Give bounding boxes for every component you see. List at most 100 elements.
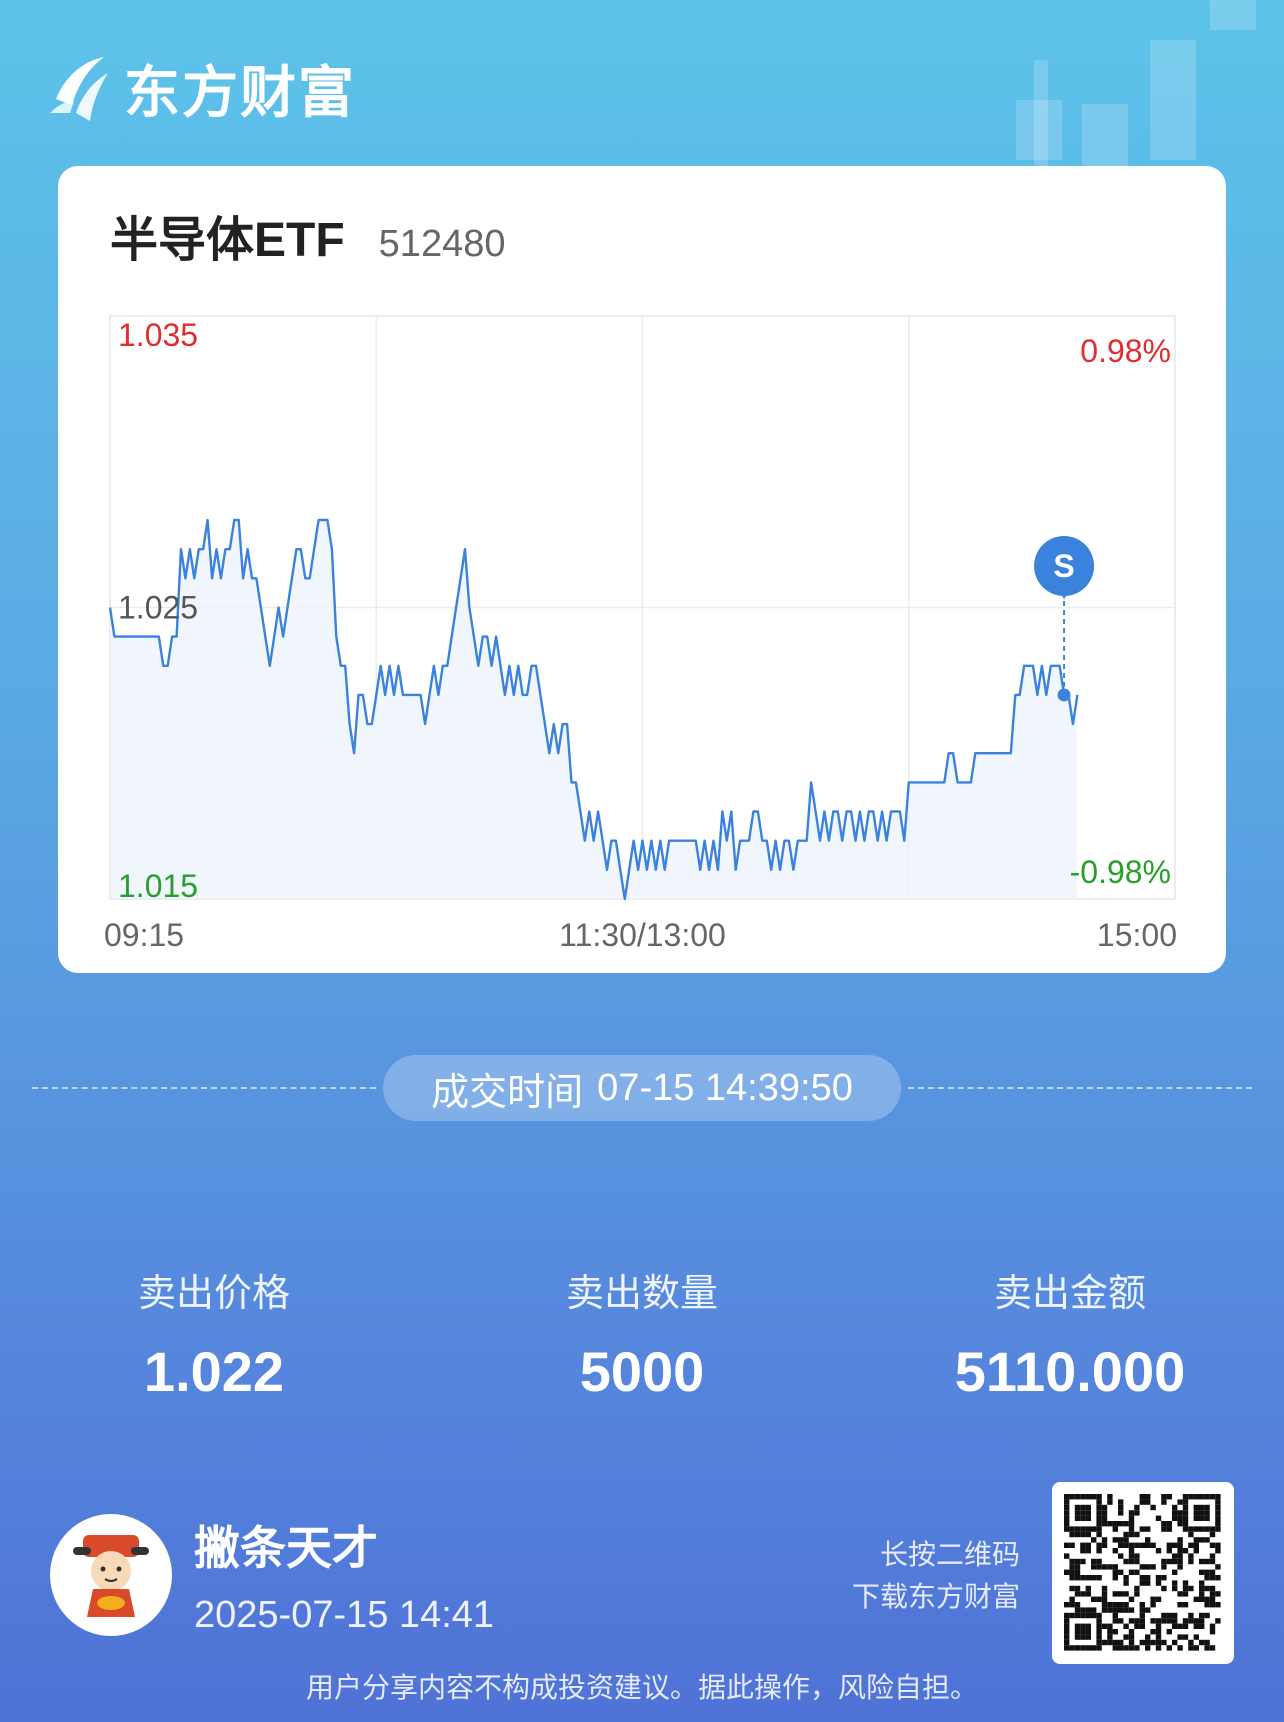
y-pct-label-top: 0.98% (1080, 333, 1171, 369)
qr-module (1215, 1548, 1221, 1554)
qr-module (1182, 1623, 1189, 1629)
qr-module (1080, 1634, 1086, 1640)
qr-module (1101, 1537, 1108, 1543)
qr-module (1161, 1639, 1167, 1646)
qr-module (1080, 1494, 1086, 1500)
qr-module (1188, 1618, 1194, 1624)
qr-module (1074, 1645, 1081, 1651)
qr-module (1193, 1634, 1199, 1640)
qr-module (1172, 1618, 1178, 1624)
qr-module (1215, 1575, 1221, 1581)
qr-module (1199, 1569, 1205, 1575)
qr-code[interactable] (1052, 1482, 1234, 1664)
qr-module (1085, 1548, 1091, 1554)
qr-module (1193, 1596, 1199, 1602)
qr-module (1064, 1521, 1070, 1527)
qr-module (1150, 1504, 1156, 1511)
qr-module (1134, 1645, 1140, 1651)
x-tick-label: 11:30/13:00 (559, 917, 726, 953)
qr-module (1199, 1591, 1205, 1597)
qr-module (1193, 1542, 1199, 1548)
qr-module (1139, 1542, 1145, 1548)
decor-bar (1016, 100, 1062, 160)
qr-module (1085, 1612, 1091, 1619)
qr-module (1128, 1634, 1135, 1640)
qr-module (1215, 1526, 1221, 1532)
qr-module (1199, 1585, 1205, 1592)
qr-module (1085, 1575, 1091, 1581)
qr-module (1204, 1645, 1210, 1651)
qr-module (1182, 1499, 1189, 1505)
decor-bar (1210, 0, 1256, 30)
qr-module (1091, 1564, 1097, 1570)
qr-module (1123, 1591, 1129, 1597)
qr-module (1074, 1612, 1081, 1619)
qr-module (1182, 1580, 1189, 1586)
qr-module (1096, 1645, 1102, 1651)
qr-module (1096, 1596, 1102, 1602)
qr-module (1101, 1623, 1108, 1629)
qr-module (1188, 1558, 1194, 1565)
qr-module (1215, 1510, 1221, 1516)
qr-module (1064, 1639, 1070, 1646)
qr-module (1134, 1510, 1140, 1516)
qr-module (1118, 1504, 1124, 1511)
qr-module (1139, 1602, 1145, 1608)
qr-module (1215, 1618, 1221, 1624)
qr-module (1123, 1623, 1129, 1629)
qr-module (1091, 1575, 1097, 1581)
stat-sell-price: 卖出价格 1.022 (0, 1262, 428, 1404)
qr-module (1118, 1553, 1124, 1559)
qr-module (1150, 1602, 1156, 1608)
qr-module (1128, 1553, 1135, 1559)
qr-module (1199, 1580, 1205, 1586)
avatar[interactable] (50, 1513, 172, 1636)
qr-module (1166, 1618, 1172, 1624)
qr-module (1177, 1634, 1183, 1640)
qr-module (1139, 1494, 1145, 1500)
qr-module (1080, 1591, 1086, 1597)
qr-module (1161, 1494, 1167, 1500)
qr-module (1085, 1634, 1091, 1640)
qr-module (1101, 1596, 1108, 1602)
qr-module (1085, 1510, 1091, 1516)
dashed-divider-right (908, 1087, 1252, 1089)
qr-module (1177, 1553, 1183, 1559)
qr-module (1096, 1542, 1102, 1548)
qr-module (1112, 1618, 1118, 1624)
qr-module (1134, 1591, 1140, 1597)
qr-module (1177, 1542, 1183, 1548)
qr-module (1064, 1526, 1070, 1532)
qr-module (1069, 1645, 1075, 1651)
qr-module (1182, 1591, 1189, 1597)
qr-module (1069, 1585, 1075, 1592)
qr-module (1091, 1645, 1097, 1651)
qr-module (1123, 1521, 1129, 1527)
qr-module (1080, 1623, 1086, 1629)
qr-module (1107, 1494, 1113, 1500)
qr-module (1069, 1494, 1075, 1500)
qr-module (1150, 1564, 1156, 1570)
qr-module (1204, 1537, 1210, 1543)
qr-module (1118, 1602, 1124, 1608)
qr-module (1112, 1575, 1118, 1581)
y-tick-label-top: 1.035 (118, 317, 198, 353)
qr-module (1107, 1639, 1113, 1646)
qr-module (1177, 1591, 1183, 1597)
qr-module (1188, 1494, 1194, 1500)
qr-module (1064, 1569, 1070, 1575)
qr-module (1177, 1564, 1183, 1570)
qr-module (1064, 1542, 1070, 1548)
qr-module (1204, 1575, 1210, 1581)
qr-module (1188, 1645, 1194, 1651)
brand-name: 东方财富 (124, 61, 356, 124)
qr-module (1199, 1618, 1205, 1624)
qr-module (1172, 1553, 1178, 1559)
qr-module (1123, 1575, 1129, 1581)
qr-module (1204, 1504, 1210, 1511)
qr-module (1112, 1569, 1118, 1575)
qr-module (1074, 1602, 1081, 1608)
qr-module (1134, 1542, 1140, 1548)
qr-module (1080, 1510, 1086, 1516)
qr-module (1155, 1634, 1162, 1640)
